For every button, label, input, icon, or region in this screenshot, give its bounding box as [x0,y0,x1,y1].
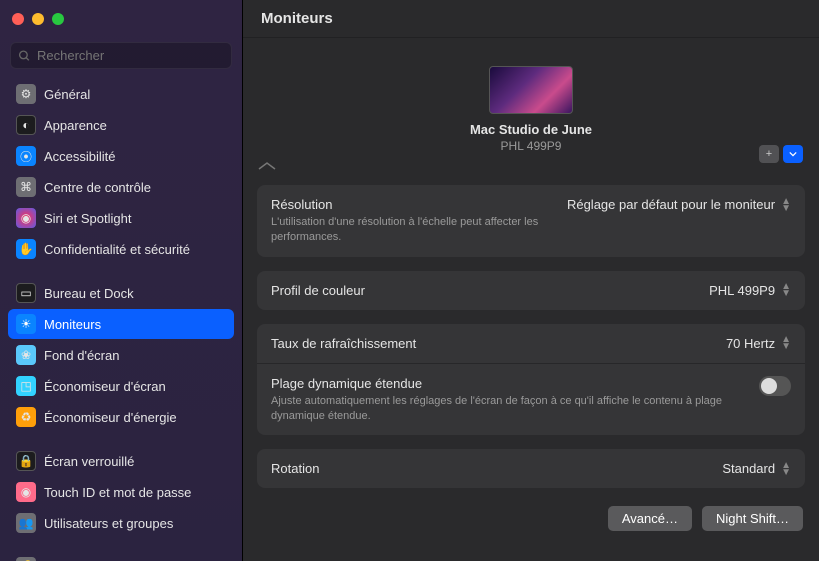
maximize-button[interactable] [52,13,64,25]
chevron-updown-icon: ▲▼ [781,462,791,476]
privacy-icon: ✋ [16,239,36,259]
desktop-icon: ▭ [16,283,36,303]
control-icon: ⌘ [16,177,36,197]
color-profile-label: Profil de couleur [271,283,365,298]
appearance-icon: ◐ [16,115,36,135]
rotation-select[interactable]: Standard ▲▼ [722,461,791,476]
sidebar-item-privacy[interactable]: ✋ Confidentialité et sécurité [8,234,234,264]
resolution-row: Résolution L'utilisation d'une résolutio… [257,185,805,257]
sidebar-item-lock[interactable]: 🔒 Écran verrouillé [8,446,234,476]
chevron-updown-icon: ▲▼ [781,198,791,212]
sidebar-item-touchid[interactable]: ◉ Touch ID et mot de passe [8,477,234,507]
wallpaper-icon: ❀ [16,345,36,365]
hdr-hint: Ajuste automatiquement les réglages de l… [271,394,743,424]
sidebar: ⚙ Général ◐ Apparence ⦿ Accessibilité ⌘ Centre … [0,0,243,561]
sidebar-item-access[interactable]: ⦿ Accessibilité [8,141,234,171]
refresh-rate-select[interactable]: 70 Hertz ▲▼ [726,336,791,351]
window-controls [0,0,242,38]
advanced-button[interactable]: Avancé… [608,506,692,531]
lock-icon: 🔒 [16,451,36,471]
resolution-label: Résolution [271,197,551,212]
sidebar-item-label: Bureau et Dock [44,286,134,301]
sidebar-item-label: Confidentialité et sécurité [44,242,190,257]
sidebar-item-users[interactable]: 👥 Utilisateurs et groupes [8,508,234,538]
hdr-toggle[interactable] [759,376,791,396]
sidebar-item-label: Siri et Spotlight [44,211,131,226]
monitor-thumbnail[interactable] [489,66,573,114]
color-profile-select[interactable]: PHL 499P9 ▲▼ [709,283,791,298]
saver-icon: ◳ [16,376,36,396]
hdr-label: Plage dynamique étendue [271,376,743,391]
general-icon: ⚙ [16,84,36,104]
sidebar-item-label: Fond d'écran [44,348,119,363]
displays-icon: ☀ [16,314,36,334]
sidebar-item-wallpaper[interactable]: ❀ Fond d'écran [8,340,234,370]
display-preview: Mac Studio de June PHL 499P9 + [257,56,805,159]
sidebar-item-appearance[interactable]: ◐ Apparence [8,110,234,140]
sidebar-item-label: Économiseur d'énergie [44,410,177,425]
rotation-label: Rotation [271,461,319,476]
access-icon: ⦿ [16,146,36,166]
sidebar-item-general[interactable]: ⚙ Général [8,79,234,109]
color-profile-row: Profil de couleur PHL 499P9 ▲▼ [257,271,805,310]
display-model: PHL 499P9 [257,139,805,153]
sidebar-item-label: Apparence [44,118,107,133]
sidebar-item-energy[interactable]: ♻ Économiseur d'énergie [8,402,234,432]
refresh-rate-label: Taux de rafraîchissement [271,336,416,351]
page-title: Moniteurs [261,10,333,27]
sidebar-item-label: Économiseur d'écran [44,379,166,394]
sidebar-item-displays[interactable]: ☀ Moniteurs [8,309,234,339]
sidebar-item-desktop[interactable]: ▭ Bureau et Dock [8,278,234,308]
sidebar-item-label: Touch ID et mot de passe [44,485,191,500]
hdr-row: Plage dynamique étendue Ajuste automatiq… [257,364,805,436]
sidebar-item-label: Écran verrouillé [44,454,134,469]
display-name: Mac Studio de June [257,122,805,137]
sidebar-item-label: Accessibilité [44,149,116,164]
sidebar-item-label: Utilisateurs et groupes [44,516,173,531]
users-icon: 👥 [16,513,36,533]
touchid-icon: ◉ [16,482,36,502]
resolution-select[interactable]: Réglage par défaut pour le moniteur ▲▼ [567,197,791,212]
arrange-indicator [257,161,805,171]
chevron-updown-icon: ▲▼ [781,283,791,297]
sidebar-item-saver[interactable]: ◳ Économiseur d'écran [8,371,234,401]
sidebar-nav: ⚙ Général ◐ Apparence ⦿ Accessibilité ⌘ Centre … [0,79,242,561]
display-options-button[interactable] [783,145,803,163]
sidebar-item-siri[interactable]: ◉ Siri et Spotlight [8,203,234,233]
rotation-row: Rotation Standard ▲▼ [257,449,805,488]
energy-icon: ♻ [16,407,36,427]
search-input[interactable] [10,42,232,69]
sidebar-item-label: Général [44,87,90,102]
add-display-button[interactable]: + [759,145,779,163]
resolution-hint: L'utilisation d'une résolution à l'échel… [271,215,551,245]
close-button[interactable] [12,13,24,25]
sidebar-item-passwords[interactable]: 🔑Mots de passe [8,552,234,561]
sidebar-item-label: Moniteurs [44,317,101,332]
night-shift-button[interactable]: Night Shift… [702,506,803,531]
main-content: Moniteurs Mac Studio de June PHL 499P9 + [243,0,819,561]
chevron-updown-icon: ▲▼ [781,336,791,350]
siri-icon: ◉ [16,208,36,228]
refresh-rate-row: Taux de rafraîchissement 70 Hertz ▲▼ [257,324,805,364]
sidebar-item-label: Centre de contrôle [44,180,151,195]
sidebar-item-control[interactable]: ⌘ Centre de contrôle [8,172,234,202]
passwords-icon: 🔑 [16,557,36,561]
minimize-button[interactable] [32,13,44,25]
